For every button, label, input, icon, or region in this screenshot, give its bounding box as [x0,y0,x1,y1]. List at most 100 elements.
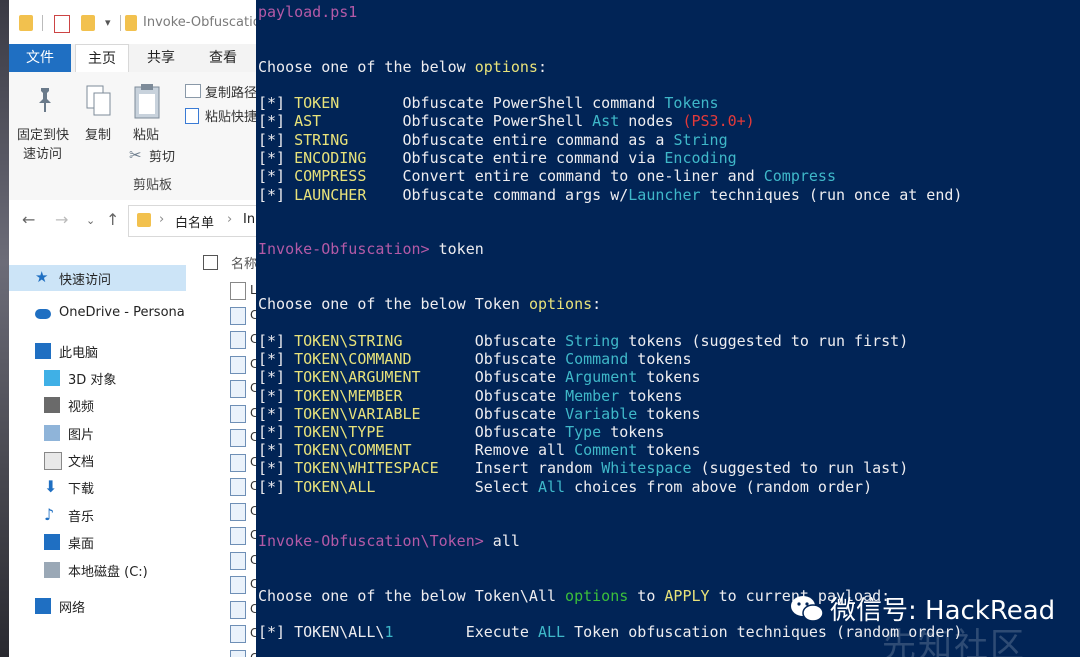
pin-label-line2[interactable]: 速访问 [23,143,62,162]
token-option-1: [*] TOKEN\STRING Obfuscate String tokens… [258,332,909,350]
folder-icon [137,213,151,227]
document-icon[interactable] [230,282,246,300]
divider [42,15,43,31]
sidebar-item-11[interactable]: 本地磁盘 (C:) [9,557,186,583]
sidebar-item-label: 本地磁盘 (C:) [68,565,148,580]
payload-line: payload.ps1 [258,3,358,21]
cut-label[interactable]: 剪切 [149,146,175,165]
image-file-icon[interactable] [230,576,246,594]
paste-label[interactable]: 粘贴 [133,124,159,143]
scissors-icon[interactable]: ✂ [129,146,142,164]
watermark-ghost: 先知社区 [882,626,1026,657]
image-file-icon[interactable] [230,625,246,643]
sidebar-item-9[interactable]: ♪ 音乐 [9,502,186,528]
token-option-5: [*] TOKEN\VARIABLE Obfuscate Variable to… [258,404,701,423]
breadcrumb-separator: › [227,212,233,227]
menu-option-launcher: [*] LAUNCHER Obfuscate command args w/La… [258,185,963,204]
file-list: 名称 LCCCCCCCCCCCCCCC [190,242,258,657]
divider [120,15,121,31]
address-bar[interactable]: › 白名单 › In [128,205,258,237]
sidebar-item-label: 快速访问 [59,273,112,288]
document-icon [44,452,62,470]
paste-icon[interactable] [133,82,161,124]
image-file-icon[interactable] [230,429,246,447]
sidebar-item-6[interactable]: 图片 [9,420,186,446]
breadcrumb-whitelist[interactable]: 白名单 [175,212,214,231]
image-file-icon[interactable] [230,649,246,657]
new-folder-icon[interactable] [81,15,95,31]
image-file-icon[interactable] [230,306,246,325]
token-option-6: [*] TOKEN\TYPE Obfuscate Type tokens [258,423,665,441]
token-option-4: [*] TOKEN\MEMBER Obfuscate Member tokens [258,386,683,405]
tab-file[interactable]: 文件 [9,44,71,72]
choose-options-line-2: Choose one of the below Token options: [258,295,602,313]
powershell-terminal[interactable]: payload.ps1 Choose one of the below opti… [256,0,1080,657]
video-icon [44,397,60,413]
picture-icon [44,425,60,441]
tab-home[interactable]: 主页 [75,44,129,73]
sidebar-item-label: OneDrive - Persona [59,305,185,320]
forward-arrow-icon[interactable]: → [55,210,68,229]
computer-icon [35,343,51,359]
up-arrow-icon[interactable]: ↑ [106,210,119,229]
image-file-icon[interactable] [230,331,246,349]
ribbon-tabs: 文件 主页 共享 查看 [9,44,258,73]
pin-label-line1[interactable]: 固定到快 [17,124,69,143]
copy-path-icon[interactable] [185,84,201,98]
desktop-background [0,0,9,657]
sidebar-item-1[interactable]: ★ 快速访问 [9,265,186,291]
music-icon: ♪ [44,505,55,524]
cloud-icon [35,309,51,319]
menu-option-ast: [*] AST Obfuscate PowerShell Ast nodes (… [258,112,755,131]
copy-label[interactable]: 复制 [85,124,111,143]
prompt-line-2: Invoke-Obfuscation\Token> all [258,532,520,550]
image-file-icon[interactable] [230,404,246,423]
folder-icon [125,15,137,31]
sidebar-item-12[interactable]: 网络 [9,593,186,619]
copy-path-label[interactable]: 复制路径 [205,82,257,101]
image-file-icon[interactable] [230,527,246,545]
tab-view[interactable]: 查看 [195,44,251,72]
paste-shortcut-label[interactable]: 粘贴快捷 [205,106,257,125]
copy-icon[interactable] [85,84,113,122]
sidebar-item-7[interactable]: 文档 [9,447,186,473]
clipboard-group-label: 剪贴板 [133,178,173,193]
sidebar-item-label: 桌面 [68,537,95,552]
sidebar-item-4[interactable]: 3D 对象 [9,365,186,391]
select-all-checkbox[interactable] [203,255,218,270]
sidebar-item-8[interactable]: ⬇ 下载 [9,474,186,500]
paste-shortcut-icon[interactable] [185,108,199,124]
column-header-name[interactable]: 名称 [231,253,257,272]
tab-share[interactable]: 共享 [133,44,189,72]
menu-option-compress: [*] COMPRESS Convert entire command to o… [258,167,836,186]
choose-options-line-1: Choose one of the below options: [258,58,547,76]
recent-locations-chevron-icon[interactable]: ⌄ [86,214,95,227]
breadcrumb-separator: › [159,212,165,227]
properties-icon[interactable] [54,15,70,33]
sidebar-item-2[interactable]: OneDrive - Persona [9,301,186,327]
breadcrumb-invoke[interactable]: In [243,212,255,227]
sidebar-item-3[interactable]: 此电脑 [9,338,186,364]
token-option-7: [*] TOKEN\COMMENT Remove all Comment tok… [258,441,701,460]
star-icon: ★ [35,268,49,286]
image-file-icon[interactable] [230,453,246,472]
image-file-icon[interactable] [230,355,246,374]
menu-option-encoding: [*] ENCODING Obfuscate entire command vi… [258,148,737,167]
sidebar-item-label: 文档 [68,455,95,470]
image-file-icon[interactable] [230,600,246,619]
image-file-icon[interactable] [230,551,246,570]
pin-icon[interactable] [33,86,57,118]
window-title: Invoke-Obfuscatio [143,15,258,30]
folder-icon[interactable] [19,15,33,31]
image-file-icon[interactable] [230,502,246,521]
sidebar-item-10[interactable]: 桌面 [9,529,186,555]
chevron-down-icon[interactable]: ▾ [105,16,111,29]
image-file-icon[interactable] [230,478,246,496]
image-file-icon[interactable] [230,380,246,398]
network-icon [35,598,51,614]
back-arrow-icon[interactable]: ← [22,210,35,229]
cube-icon [44,370,60,386]
sidebar-item-5[interactable]: 视频 [9,392,186,418]
sidebar-item-label: 此电脑 [59,346,99,361]
token-option-9: [*] TOKEN\ALL Select All choices from ab… [258,477,873,496]
